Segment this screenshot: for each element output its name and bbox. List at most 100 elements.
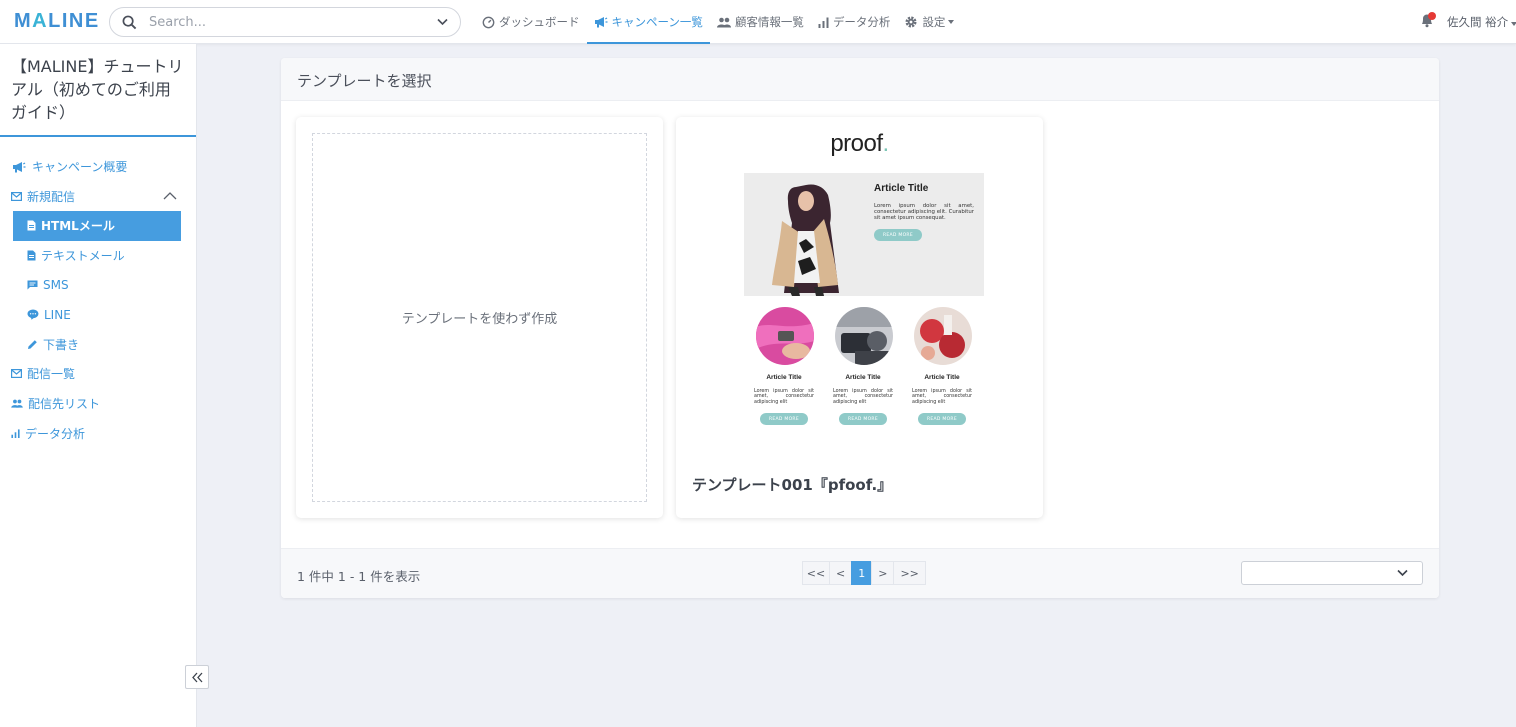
bar-chart-icon	[818, 17, 829, 28]
sidebar-item-drafts[interactable]: 下書き	[0, 330, 196, 360]
sidebar-item-data-analysis[interactable]: データ分析	[0, 418, 196, 448]
sidebar-item-label: データ分析	[25, 426, 86, 441]
people-icon	[11, 399, 23, 408]
chevron-down-icon[interactable]	[437, 18, 448, 26]
user-menu[interactable]: 佐久間 裕介	[1447, 14, 1516, 30]
article-text: Lorem ipsum dolor sit amet, consectetur …	[754, 389, 814, 405]
page-title: テンプレートを選択	[297, 72, 432, 90]
app-logo[interactable]: MALINE	[14, 10, 100, 33]
template-preview: proof. Article Title Lorem ipsum dolor s…	[676, 117, 1043, 457]
notifications[interactable]	[1420, 12, 1436, 32]
blank-template-label: テンプレートを使わず作成	[401, 312, 558, 327]
article-read-more-button: READ MORE	[760, 413, 808, 425]
caret-down-icon	[948, 20, 955, 24]
nav-customers[interactable]: 顧客情報一覧	[710, 0, 811, 44]
sidebar-item-recipient-list[interactable]: 配信先リスト	[0, 389, 196, 419]
envelope-icon	[11, 191, 22, 201]
sidebar-item-label: 下書き	[43, 337, 80, 352]
article-photo-image	[914, 307, 972, 365]
page-first-button[interactable]: <<	[802, 561, 830, 585]
sidebar-item-label: HTMLメール	[41, 219, 115, 234]
preview-hero: Article Title Lorem ipsum dolor sit amet…	[744, 173, 984, 296]
main-nav: ダッシュボード キャンペーン一覧 顧客情報一覧 データ分析 設定	[475, 0, 961, 44]
chat-bubble-icon	[27, 309, 39, 321]
nav-label: キャンペーン一覧	[611, 15, 703, 29]
document-icon	[27, 220, 36, 231]
article-title: Article Title	[924, 374, 960, 381]
people-icon	[716, 17, 731, 27]
document-icon	[27, 250, 36, 261]
template-select-panel: テンプレートを選択 テンプレートを使わず作成 proof. Article Ti…	[281, 58, 1439, 598]
sidebar-item-sms[interactable]: SMS	[0, 270, 196, 300]
chevron-down-icon	[1397, 569, 1408, 577]
search-input[interactable]: Search...	[149, 15, 206, 30]
top-navbar: MALINE Search... ダッシュボード キャンペーン一覧 顧客情報一覧…	[0, 0, 1516, 44]
pencil-icon	[28, 340, 37, 349]
article-photo-image	[756, 307, 814, 365]
sidebar-item-campaign-overview[interactable]: キャンペーン概要	[0, 152, 196, 182]
nav-dashboard[interactable]: ダッシュボード	[475, 0, 587, 44]
campaign-title: 【MALINE】チュートリアル（初めてのご利用ガイド）	[0, 55, 196, 137]
template-card[interactable]: proof. Article Title Lorem ipsum dolor s…	[676, 117, 1043, 518]
double-chevron-left-icon	[191, 672, 202, 682]
search-icon	[122, 15, 137, 30]
notification-badge	[1428, 12, 1436, 20]
result-count: 1 件中 1 - 1 件を表示	[297, 569, 421, 584]
article-text: Lorem ipsum dolor sit amet, consectetur …	[912, 389, 972, 405]
bar-chart-icon	[11, 429, 20, 438]
sidebar-menu: キャンペーン概要 新規配信 HTMLメール テキストメール SMS LINE 下…	[0, 152, 196, 448]
nav-label: 設定	[922, 15, 946, 29]
search-box[interactable]: Search...	[109, 7, 461, 37]
speedometer-icon	[482, 16, 495, 28]
sidebar-item-label: 新規配信	[27, 189, 76, 204]
sidebar-item-line[interactable]: LINE	[0, 300, 196, 330]
article-text: Lorem ipsum dolor sit amet, consectetur …	[833, 389, 893, 405]
user-name: 佐久間 裕介	[1447, 15, 1509, 29]
sidebar-item-label: キャンペーン概要	[32, 160, 128, 175]
megaphone-icon	[13, 161, 26, 173]
sidebar-item-delivery-list[interactable]: 配信一覧	[0, 359, 196, 389]
per-page-select[interactable]	[1241, 561, 1423, 585]
page-last-button[interactable]: >>	[893, 561, 926, 585]
model-photo-image	[744, 173, 864, 296]
template-name: テンプレート001『pfoof.』	[692, 476, 893, 494]
envelope-icon	[11, 369, 22, 379]
sidebar: 【MALINE】チュートリアル（初めてのご利用ガイド） キャンペーン概要 新規配…	[0, 44, 209, 727]
nav-label: ダッシュボード	[499, 15, 580, 29]
hero-article-text: Lorem ipsum dolor sit amet, consectetur …	[874, 203, 974, 221]
page-current-button[interactable]: 1	[851, 561, 873, 585]
article-read-more-button: READ MORE	[918, 413, 966, 425]
sidebar-item-label: 配信先リスト	[28, 397, 101, 412]
nav-analytics[interactable]: データ分析	[811, 0, 898, 44]
megaphone-icon	[594, 17, 607, 28]
sidebar-item-new-delivery[interactable]: 新規配信	[0, 182, 196, 212]
nav-label: データ分析	[832, 15, 891, 29]
sidebar-item-label: SMS	[43, 278, 69, 293]
page-next-button[interactable]: >	[871, 561, 895, 585]
page-prev-button[interactable]: <	[829, 561, 853, 585]
hero-read-more-button: READ MORE	[874, 229, 922, 241]
sidebar-item-label: LINE	[44, 307, 71, 322]
blank-template-card[interactable]: テンプレートを使わず作成	[296, 117, 663, 518]
sidebar-item-label: 配信一覧	[27, 367, 76, 382]
preview-logo: proof.	[830, 130, 889, 157]
sidebar-item-html-mail[interactable]: HTMLメール	[13, 211, 181, 241]
blank-template-area[interactable]: テンプレートを使わず作成	[312, 133, 647, 502]
gear-icon	[905, 16, 917, 28]
pagination: << < 1 > >>	[802, 561, 926, 585]
article-photo-image	[835, 307, 893, 365]
article-title: Article Title	[766, 374, 802, 381]
sidebar-item-text-mail[interactable]: テキストメール	[0, 241, 196, 271]
caret-down-icon	[1511, 22, 1516, 26]
sidebar-collapse-button[interactable]	[185, 665, 209, 689]
article-read-more-button: READ MORE	[839, 413, 887, 425]
article-title: Article Title	[845, 374, 881, 381]
sidebar-item-label: テキストメール	[41, 249, 125, 264]
chevron-up-icon[interactable]	[163, 191, 177, 200]
nav-label: 顧客情報一覧	[734, 15, 804, 29]
hero-article-title: Article Title	[874, 183, 929, 194]
message-icon	[27, 280, 38, 290]
nav-settings[interactable]: 設定	[897, 0, 961, 44]
panel-header: テンプレートを選択	[281, 58, 1439, 101]
nav-campaigns[interactable]: キャンペーン一覧	[586, 0, 711, 44]
